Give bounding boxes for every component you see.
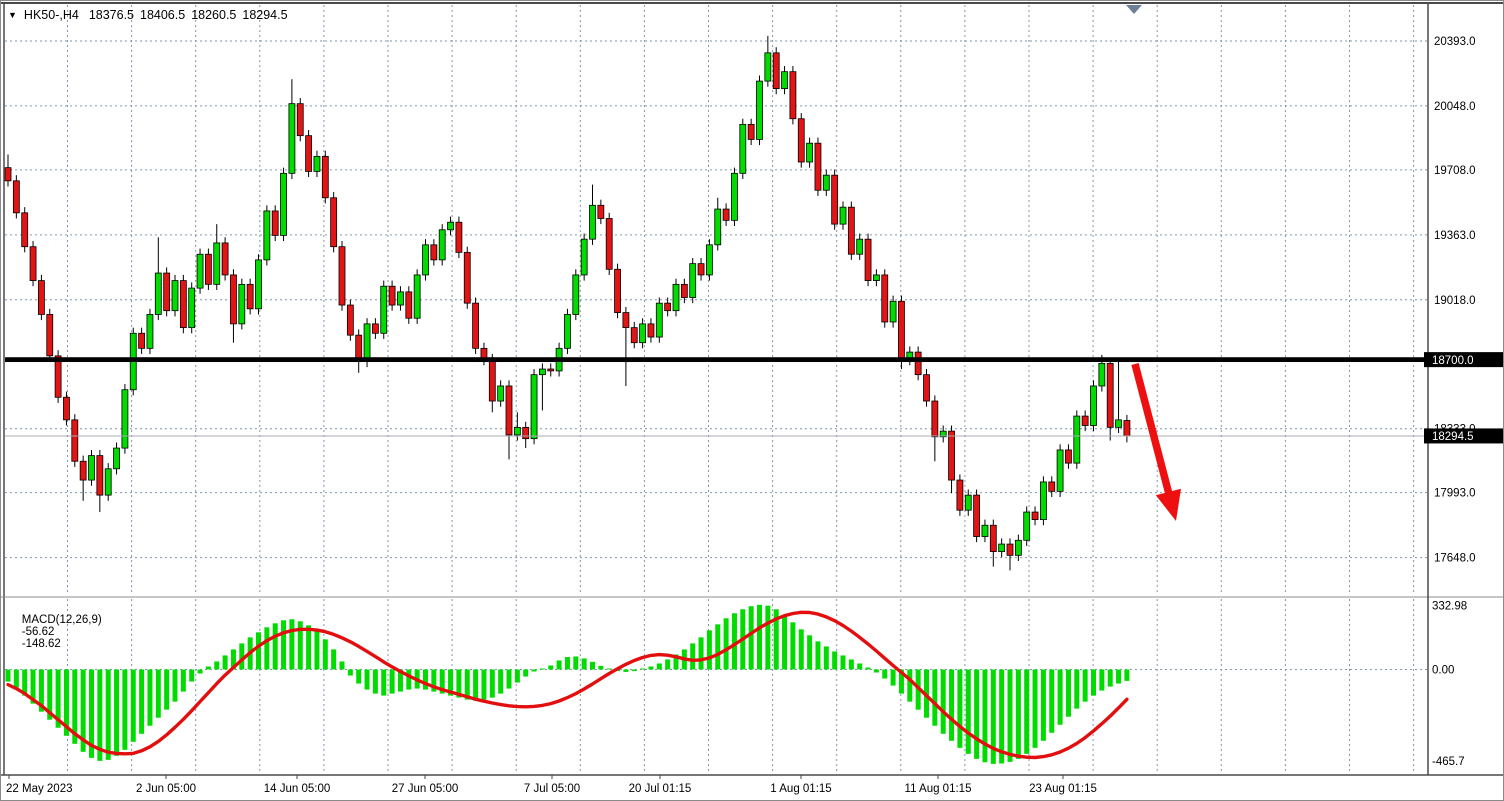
- last-close-value: 18294.5: [242, 8, 287, 22]
- svg-text:14 Jun 05:00: 14 Jun 05:00: [264, 783, 331, 795]
- candlesticks: [5, 36, 1130, 570]
- svg-text:18700.0: 18700.0: [1432, 355, 1474, 367]
- last-open-value: 18376.5: [89, 8, 134, 22]
- svg-text:23 Aug 01:15: 23 Aug 01:15: [1029, 783, 1097, 795]
- macd-signal-value: -148.62: [22, 638, 61, 650]
- svg-text:19708.0: 19708.0: [1434, 165, 1476, 177]
- price-badges: 18700.0 18294.5: [1424, 352, 1503, 443]
- svg-text:20 Jul 01:15: 20 Jul 01:15: [629, 783, 692, 795]
- symbol-dropdown-icon[interactable]: ▼: [8, 9, 17, 21]
- chart-window: 20393.020048.019708.019363.019018.018333…: [0, 0, 1504, 801]
- macd-histogram: [6, 605, 1130, 764]
- svg-text:17648.0: 17648.0: [1434, 553, 1476, 565]
- svg-text:22 May 2023: 22 May 2023: [6, 783, 73, 795]
- last-high-value: 18406.5: [140, 8, 185, 22]
- chart-canvas[interactable]: 20393.020048.019708.019363.019018.018333…: [1, 1, 1503, 800]
- macd-main-value: -56.62: [22, 626, 55, 638]
- symbol-period-label: HK50-,H4: [24, 8, 79, 22]
- svg-text:20048.0: 20048.0: [1434, 101, 1476, 113]
- svg-text:19363.0: 19363.0: [1434, 230, 1476, 242]
- time-axis-labels[interactable]: 22 May 2023 2 Jun 05:00 14 Jun 05:00 27 Jun…: [6, 775, 1097, 795]
- svg-text:2 Jun 05:00: 2 Jun 05:00: [136, 783, 196, 795]
- svg-text:7 Jul 05:00: 7 Jul 05:00: [524, 783, 580, 795]
- price-axis-labels: 20393.020048.019708.019363.019018.018333…: [1434, 36, 1476, 565]
- svg-text:1 Aug 01:15: 1 Aug 01:15: [770, 783, 831, 795]
- svg-text:19018.0: 19018.0: [1434, 295, 1476, 307]
- chart-title: ▼ HK50-,H4 18376.5 18406.5 18260.5 18294…: [8, 8, 294, 22]
- svg-text:20393.0: 20393.0: [1434, 36, 1476, 48]
- svg-text:18294.5: 18294.5: [1432, 431, 1474, 443]
- svg-text:11 Aug 01:15: 11 Aug 01:15: [905, 783, 972, 795]
- svg-text:332.98: 332.98: [1432, 601, 1467, 613]
- horizontal-level-line[interactable]: [5, 357, 1428, 362]
- sell-arrow-annotation[interactable]: [1135, 364, 1181, 521]
- svg-text:-465.7: -465.7: [1432, 756, 1465, 768]
- svg-text:0.00: 0.00: [1432, 665, 1454, 677]
- macd-axis-labels: 332.98 0.00 -465.7: [1432, 601, 1467, 768]
- svg-text:27 Jun 05:00: 27 Jun 05:00: [392, 783, 459, 795]
- macd-name: MACD(12,26,9): [22, 614, 102, 626]
- macd-indicator-label: MACD(12,26,9) -56.62 -148.62: [9, 602, 107, 662]
- last-low-value: 18260.5: [191, 8, 236, 22]
- svg-text:17993.0: 17993.0: [1434, 488, 1476, 500]
- scroll-to-end-icon[interactable]: [1126, 5, 1142, 14]
